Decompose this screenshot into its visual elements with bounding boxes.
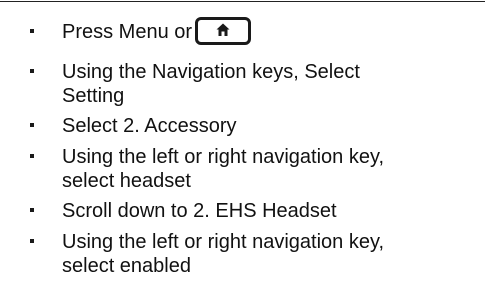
bullet-icon: [30, 208, 34, 212]
home-key-icon: [195, 17, 252, 45]
list-item-text: Using the left or right navigation key, …: [62, 230, 476, 278]
top-divider: [0, 1, 485, 2]
list-item-text: Using the left or right navigation key, …: [62, 145, 476, 193]
step-line: Using the left or right navigation key,: [62, 146, 385, 168]
list-item-text: Scroll down to 2. EHS Headset: [62, 200, 337, 222]
list-item-text: Press Menu or: [62, 17, 476, 48]
bullet-icon: [30, 154, 34, 158]
step-line: select headset: [62, 170, 191, 192]
step-line: Using the Navigation keys, Select: [62, 61, 360, 83]
bullet-icon: [30, 239, 34, 243]
step-line: Setting: [62, 85, 125, 107]
step-line: select enabled: [62, 255, 191, 277]
step-line: Using the left or right navigation key,: [62, 231, 385, 253]
bullet-icon: [30, 123, 34, 127]
step-text: Press Menu or: [62, 21, 193, 43]
bullet-icon: [30, 69, 34, 73]
bullet-icon: [30, 29, 34, 33]
list-item-text: Select 2. Accessory: [62, 115, 237, 137]
list-item-text: Using the Navigation keys, Select Settin…: [62, 60, 476, 108]
